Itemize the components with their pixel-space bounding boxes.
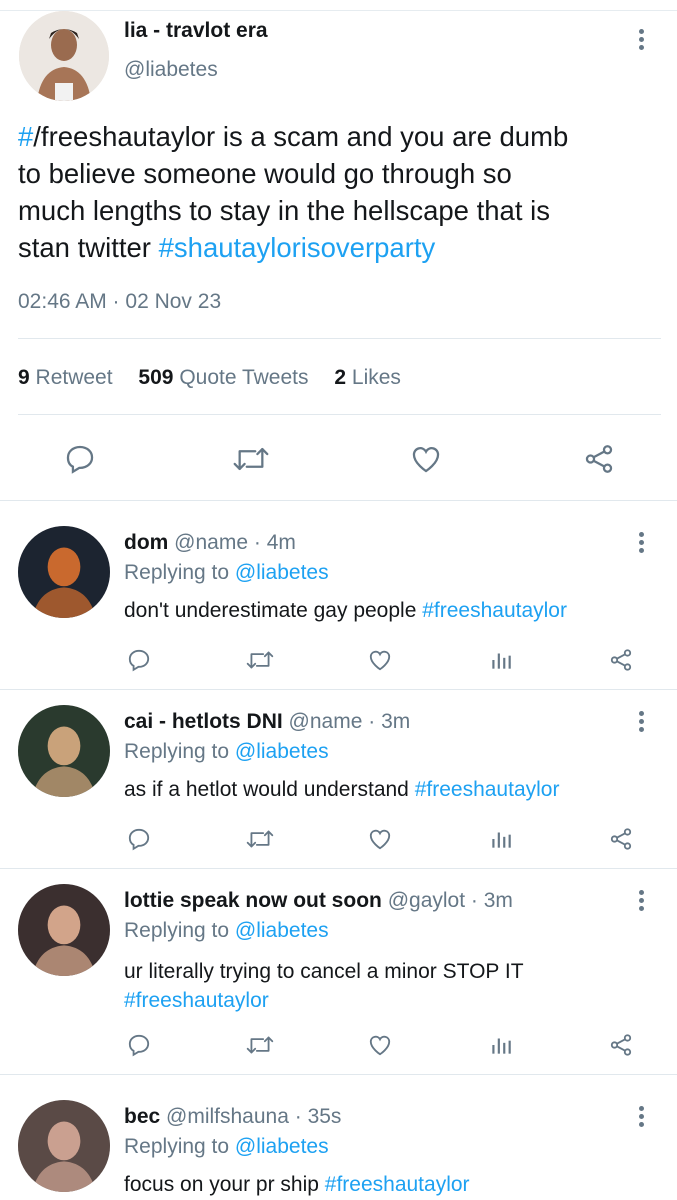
display-name[interactable]: lia - travlot era [124,19,268,43]
replying-label: Replying to [124,1135,230,1158]
more-options-icon[interactable] [637,1106,645,1127]
reply-header: bec @milfshauna · 35s [124,1105,341,1129]
replying-label: Replying to [124,740,230,763]
tweet-line: much lengths to stay in the hellscape th… [18,195,550,226]
hashtag-link[interactable]: #freeshautaylor [415,778,560,801]
hashtag-link[interactable]: #freeshautaylor [422,599,567,622]
hashtag-link[interactable]: #shautaylorisoverparty [159,232,436,263]
analytics-icon[interactable] [488,1032,514,1058]
avatar-image [18,884,110,976]
avatar[interactable] [18,705,110,797]
hashtag-link[interactable]: #freeshautaylor [325,1173,470,1196]
replying-label: Replying to [124,919,230,942]
reply-time[interactable]: · 4m [254,531,296,554]
analytics-icon[interactable] [488,826,514,852]
reply-header: dom @name · 4m [124,531,296,555]
more-options-icon[interactable] [637,711,645,732]
avatar-image [18,526,110,618]
reply-time[interactable]: · 3m [471,889,513,912]
hashtag-link[interactable]: #freeshautaylor [124,986,524,1015]
top-border [0,0,677,11]
divider [0,868,677,869]
user-handle[interactable]: @liabetes [124,58,218,82]
user-handle[interactable]: @milfshauna [166,1105,289,1128]
reply-text: focus on your pr ship #freeshautaylor [124,1173,470,1197]
reply-header: cai - hetlots DNI @name · 3m [124,710,410,734]
replying-handle[interactable]: @liabetes [235,919,329,942]
reply-text-line: ur literally trying to cancel a minor ST… [124,960,524,983]
divider [0,500,677,501]
reply-text-line: as if a hetlot would understand [124,778,415,801]
reply-time[interactable]: · 35s [295,1105,342,1128]
share-icon[interactable] [608,647,634,673]
avatar-image [18,705,110,797]
display-name[interactable]: lottie speak now out soon [124,889,382,912]
reply-icon[interactable] [126,647,152,673]
share-icon[interactable] [608,826,634,852]
reply-text: don't underestimate gay people #freeshau… [124,599,567,623]
replying-to: Replying to @liabetes [124,919,329,943]
replying-label: Replying to [124,561,230,584]
replying-to: Replying to @liabetes [124,740,329,764]
user-handle[interactable]: @name [289,710,363,733]
reply-text: as if a hetlot would understand #freesha… [124,778,559,802]
reply-icon[interactable] [126,826,152,852]
retweet-icon[interactable] [245,647,275,673]
display-name[interactable]: dom [124,531,168,554]
avatar[interactable] [19,11,109,101]
share-icon[interactable] [608,1032,634,1058]
avatar[interactable] [18,526,110,618]
like-icon[interactable] [367,1032,393,1058]
reply-header: lottie speak now out soon @gaylot · 3m [124,889,513,913]
display-name[interactable]: bec [124,1105,160,1128]
tweet-line: stan twitter [18,232,159,263]
replying-handle[interactable]: @liabetes [235,1135,329,1158]
more-options-icon[interactable] [637,29,645,50]
avatar[interactable] [18,884,110,976]
retweet-stat[interactable]: 9 Retweet [18,366,113,389]
like-icon[interactable] [409,442,443,476]
avatar[interactable] [18,1100,110,1192]
reply-text-line: don't underestimate gay people [124,599,423,622]
reply-text-line: focus on your pr ship [124,1173,325,1196]
more-options-icon[interactable] [637,890,645,911]
retweet-icon[interactable] [231,442,271,476]
avatar-image [18,1100,110,1192]
more-options-icon[interactable] [637,532,645,553]
like-icon[interactable] [367,826,393,852]
display-name[interactable]: cai - hetlots DNI [124,710,283,733]
share-icon[interactable] [582,442,616,476]
tweet-text: #/freeshautaylor is a scam and you are d… [18,118,568,266]
replying-handle[interactable]: @liabetes [235,561,329,584]
reply-time[interactable]: · 3m [368,710,410,733]
user-handle[interactable]: @name [174,531,248,554]
divider [0,689,677,690]
reply-icon[interactable] [126,1032,152,1058]
divider [0,1074,677,1075]
tweet-line: /freeshautaylor is a scam and you are du… [33,121,569,152]
divider [18,338,661,339]
reply-icon[interactable] [63,442,97,476]
like-icon[interactable] [367,647,393,673]
retweet-icon[interactable] [245,1032,275,1058]
tweet-line: to believe someone would go through so [18,158,512,189]
user-handle[interactable]: @gaylot [388,889,465,912]
hashtag-char[interactable]: # [18,121,33,152]
divider [18,414,661,415]
avatar-image [19,11,109,101]
reply-text: ur literally trying to cancel a minor ST… [124,957,524,1015]
replying-to: Replying to @liabetes [124,1135,329,1159]
tweet-timestamp[interactable]: 02:46 AM · 02 Nov 23 [18,290,221,314]
likes-stat[interactable]: 2 Likes [334,366,401,389]
analytics-icon[interactable] [488,647,514,673]
quote-tweets-stat[interactable]: 509 Quote Tweets [138,366,308,389]
tweet-stats: 9 Retweet 509 Quote Tweets 2 Likes [18,366,401,390]
replying-handle[interactable]: @liabetes [235,740,329,763]
replying-to: Replying to @liabetes [124,561,329,585]
retweet-icon[interactable] [245,826,275,852]
